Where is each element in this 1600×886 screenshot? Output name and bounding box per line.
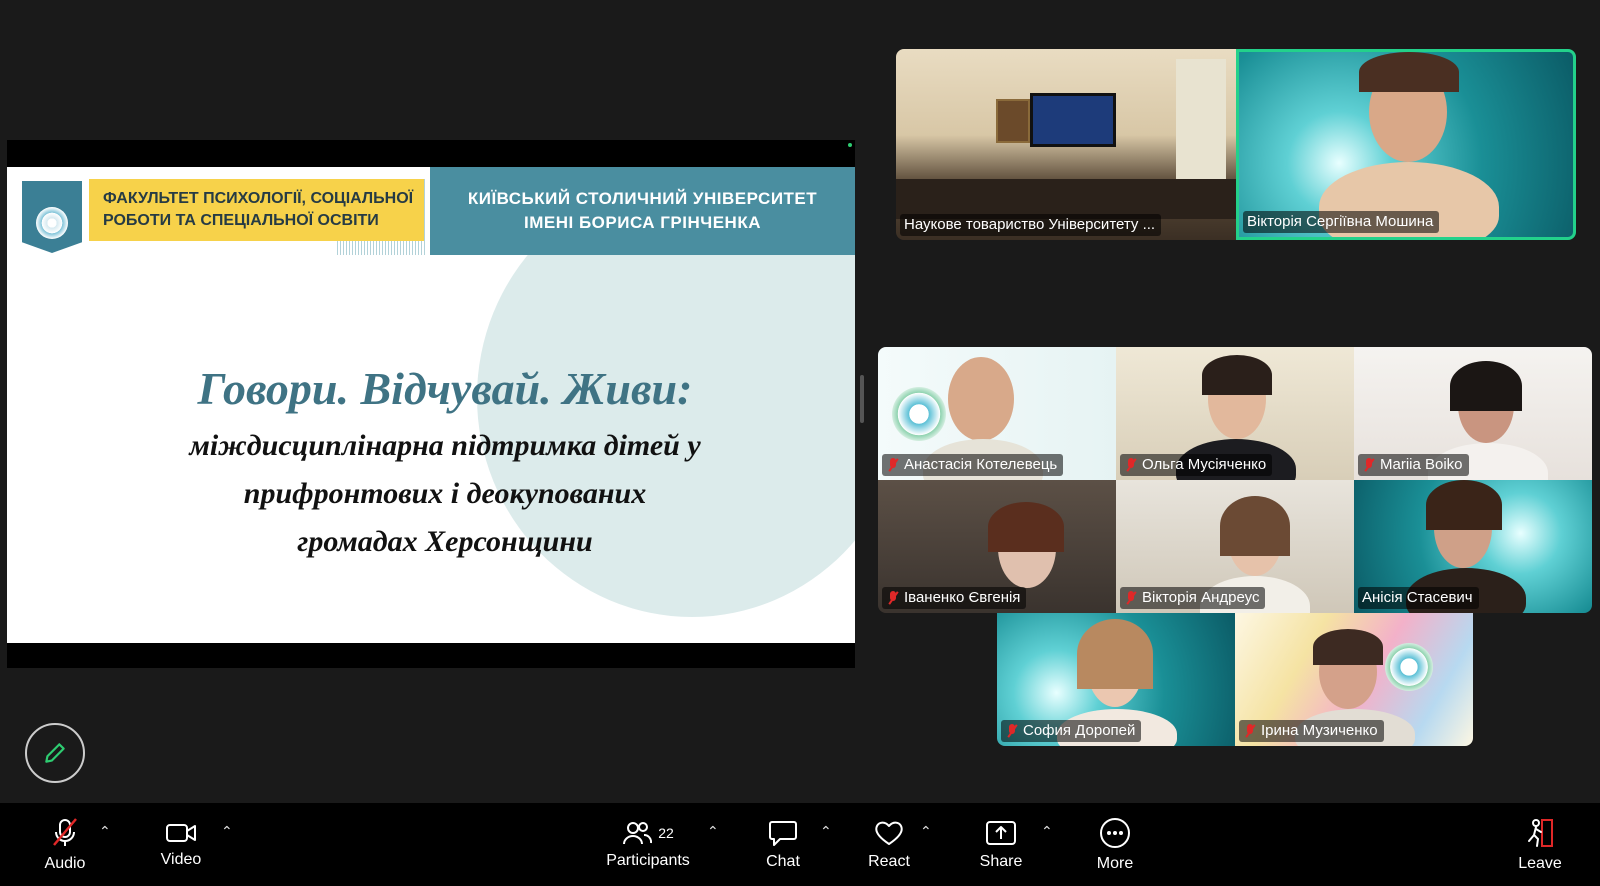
participant-name-tag: Вікторія Сергіївна Мошина: [1243, 211, 1440, 233]
muted-mic-icon: [1243, 723, 1257, 739]
video-tile-participant[interactable]: София Доропей: [997, 613, 1235, 746]
slide-header: ФАКУЛЬТЕТ ПСИХОЛОГІЇ, СОЦІАЛЬНОЇ РОБОТИ …: [7, 167, 855, 255]
participants-label: Participants: [606, 851, 690, 869]
participant-hair: [1077, 619, 1153, 689]
meeting-toolbar: Audio ⌃ Video ⌃ 22 Participants ⌃ Chat ⌃: [0, 803, 1600, 886]
chat-options-caret[interactable]: ⌃: [820, 823, 832, 840]
participant-hair: [1202, 355, 1272, 395]
chat-label: Chat: [766, 852, 800, 870]
kubg-logo-icon: [1385, 643, 1433, 691]
muted-mic-icon: [886, 457, 900, 473]
share-options-caret[interactable]: ⌃: [1041, 823, 1053, 840]
participant-name-tag: Ірина Музиченко: [1239, 720, 1384, 742]
video-tile-participant[interactable]: Ольга Мусіяченко: [1116, 347, 1354, 480]
share-screen-icon: [986, 820, 1016, 845]
react-options-caret[interactable]: ⌃: [920, 823, 932, 840]
room-screen: [1030, 93, 1116, 147]
split-resize-handle[interactable]: [860, 375, 864, 423]
react-label: React: [868, 852, 910, 870]
video-tile-participant[interactable]: Ірина Музиченко: [1235, 613, 1473, 746]
participants-button[interactable]: 22 Participants: [602, 803, 694, 886]
video-tile-participant[interactable]: Іваненко Євгенія: [878, 480, 1116, 613]
participant-name-tag: Наукове товариство Університету ...: [900, 214, 1162, 236]
muted-microphone-icon: [53, 817, 77, 846]
react-button[interactable]: React: [866, 803, 912, 886]
kubg-logo-icon: [892, 387, 946, 441]
participants-options-caret[interactable]: ⌃: [707, 823, 719, 840]
portrait-frame: [996, 99, 1030, 143]
video-label: Video: [160, 850, 202, 868]
participant-name-tag: Вікторія Андреус: [1120, 587, 1266, 609]
participant-hair: [1426, 480, 1502, 530]
presentation-slide: ФАКУЛЬТЕТ ПСИХОЛОГІЇ, СОЦІАЛЬНОЇ РОБОТИ …: [7, 167, 855, 643]
shared-screen: ФАКУЛЬТЕТ ПСИХОЛОГІЇ, СОЦІАЛЬНОЇ РОБОТИ …: [7, 140, 855, 668]
leave-button[interactable]: Leave: [1518, 803, 1562, 886]
room-table: [896, 179, 1236, 219]
participant-hair: [1450, 361, 1522, 411]
leave-exit-icon: [1528, 818, 1553, 847]
heart-icon: [875, 821, 903, 845]
participants-count: 22: [658, 824, 674, 841]
share-button[interactable]: Share: [978, 803, 1024, 886]
participant-name-tag: Mariia Boiko: [1358, 454, 1469, 476]
pencil-icon: [45, 743, 65, 763]
video-button[interactable]: Video: [158, 803, 204, 886]
participants-icon: [623, 821, 653, 844]
more-dots-icon: [1100, 817, 1130, 848]
chat-button[interactable]: Chat: [763, 803, 803, 886]
muted-mic-icon: [1124, 590, 1138, 606]
speaker-hair: [1359, 52, 1459, 92]
share-label: Share: [979, 852, 1023, 870]
university-line-1: КИЇВСЬКИЙ СТОЛИЧНИЙ УНІВЕРСИТЕТ: [467, 189, 818, 208]
annotate-pencil-button[interactable]: [25, 723, 85, 783]
video-tile-participant[interactable]: Mariia Boiko: [1354, 347, 1592, 480]
slide-subtitle-line-2: прифронтових і деокупованих: [243, 477, 647, 510]
participant-name-tag: София Доропей: [1001, 720, 1142, 742]
slide-subtitle-line-3: громадах Херсонщини: [297, 525, 593, 558]
participant-hair: [1220, 496, 1290, 556]
muted-mic-icon: [886, 590, 900, 606]
participant-face: [948, 357, 1014, 441]
university-banner: КИЇВСЬКИЙ СТОЛИЧНИЙ УНІВЕРСИТЕТ ІМЕНІ БО…: [430, 167, 855, 255]
chat-bubble-icon: [769, 820, 797, 846]
participant-name-tag: Іваненко Євгенія: [882, 587, 1027, 609]
video-tile-participant[interactable]: Анастасія Котелевець: [878, 347, 1116, 480]
video-tile-participant[interactable]: Анісія Стасевич: [1354, 480, 1592, 613]
faculty-line-2: РОБОТИ ТА СПЕЦІАЛЬНОЇ ОСВІТИ: [103, 212, 379, 229]
slide-subtitle-line-1: міждисциплінарна підтримка дітей у: [189, 429, 701, 462]
muted-mic-icon: [1005, 723, 1019, 739]
participant-name-tag: Ольга Мусіяченко: [1120, 454, 1273, 476]
video-options-caret[interactable]: ⌃: [221, 823, 233, 840]
audio-button[interactable]: Audio: [40, 803, 90, 886]
participant-hair: [1313, 629, 1383, 665]
faculty-line-1: ФАКУЛЬТЕТ ПСИХОЛОГІЇ, СОЦІАЛЬНОЇ: [103, 190, 414, 207]
participant-name-tag: Анастасія Котелевець: [882, 454, 1064, 476]
participant-name-tag: Анісія Стасевич: [1358, 587, 1479, 609]
video-tile-room[interactable]: Наукове товариство Університету ...: [896, 49, 1236, 240]
participant-hair: [988, 502, 1064, 552]
muted-mic-icon: [1362, 457, 1376, 473]
university-line-2: ІМЕНІ БОРИСА ГРІНЧЕНКА: [524, 213, 761, 232]
video-tile-participant[interactable]: Вікторія Андреус: [1116, 480, 1354, 613]
audio-label: Audio: [44, 854, 86, 872]
leave-label: Leave: [1518, 854, 1562, 872]
share-indicator-dot: [848, 143, 852, 147]
camera-icon: [166, 823, 196, 842]
more-label: More: [1096, 854, 1134, 872]
university-emblem-icon: [22, 181, 82, 253]
slide-title: Говори. Відчувай. Живи:: [197, 363, 693, 414]
more-button[interactable]: More: [1093, 803, 1137, 886]
faculty-banner: ФАКУЛЬТЕТ ПСИХОЛОГІЇ, СОЦІАЛЬНОЇ РОБОТИ …: [89, 179, 424, 241]
video-tile-active-speaker[interactable]: Вікторія Сергіївна Мошина: [1236, 49, 1576, 240]
audio-options-caret[interactable]: ⌃: [99, 823, 111, 840]
muted-mic-icon: [1124, 457, 1138, 473]
